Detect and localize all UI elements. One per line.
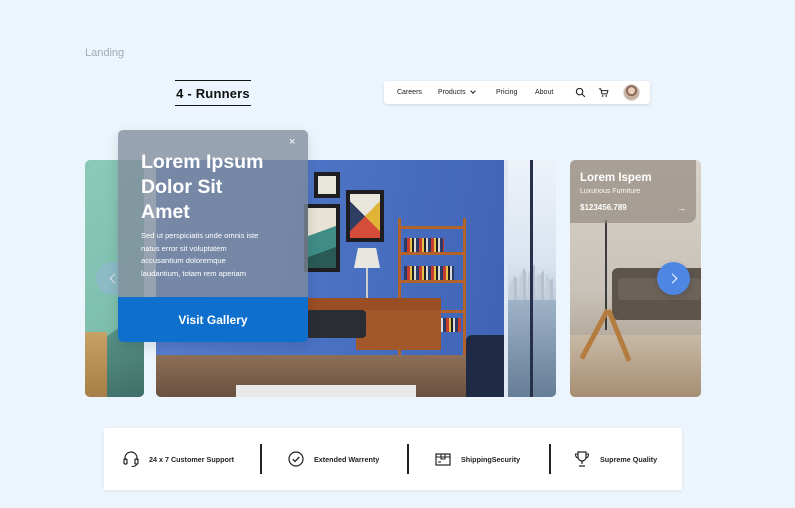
carousel-next-button[interactable] — [657, 262, 690, 295]
feature-supreme-quality: Supreme Quality — [573, 428, 657, 490]
slide-image-detail — [85, 332, 107, 397]
page-label: Landing — [85, 47, 125, 59]
hero-description: Sed ut perspiciatis unde omnis iste natu… — [141, 231, 259, 278]
table-lamp — [354, 248, 380, 268]
hero-card: × Lorem Ipsum Dolor Sit Amet Sed ut pers… — [118, 130, 308, 342]
nav-link-pricing[interactable]: Pricing — [496, 81, 517, 104]
user-avatar[interactable] — [623, 84, 640, 101]
divider — [260, 444, 262, 474]
headset-icon — [123, 451, 139, 468]
check-circle-icon — [288, 451, 304, 467]
cart-icon[interactable] — [598, 87, 609, 98]
bookshelf-board — [398, 252, 466, 255]
armchair — [466, 335, 506, 397]
close-icon[interactable]: × — [289, 137, 295, 148]
feature-shipping-security: ShippingSecurity — [434, 428, 520, 490]
feature-label: Extended Warrenty — [314, 454, 380, 464]
table-lamp-pole — [366, 268, 368, 298]
wall-art — [304, 204, 340, 272]
divider — [549, 444, 551, 474]
hero-title: Lorem Ipsum Dolor Sit Amet — [141, 151, 264, 223]
wall-art — [346, 190, 384, 242]
nav-link-careers[interactable]: Careers — [397, 81, 422, 104]
trophy-icon — [574, 451, 590, 467]
divider — [407, 444, 409, 474]
visit-gallery-button[interactable]: Visit Gallery — [118, 297, 308, 342]
brand-logo-text: 4 - Runners — [176, 85, 250, 101]
desk — [301, 298, 441, 310]
desk-drawers — [356, 310, 441, 350]
window-mullion — [530, 160, 533, 397]
books — [404, 266, 454, 280]
features-bar: 24 x 7 Customer Support Extended Warrent… — [104, 428, 682, 490]
product-card-price: $123456.789 — [580, 203, 627, 212]
feature-extended-warranty: Extended Warrenty — [287, 428, 379, 490]
product-card-subtitle: Luxurious Furniture — [580, 188, 641, 195]
chevron-right-icon — [667, 273, 677, 284]
arrow-right-icon[interactable]: → — [677, 203, 686, 213]
feature-label: Supreme Quality — [600, 454, 658, 464]
top-navigation: Careers Products Pricing About — [384, 81, 650, 104]
feature-label: 24 x 7 Customer Support — [149, 454, 235, 464]
wall-art — [314, 172, 340, 198]
nav-link-products-label: Products — [438, 89, 466, 96]
coffee-table — [236, 385, 416, 397]
feature-label: ShippingSecurity — [461, 454, 521, 464]
product-card-title: Lorem Ispem — [580, 172, 652, 184]
shipping-box-icon — [435, 453, 451, 466]
brand-logo[interactable]: 4 - Runners — [175, 80, 251, 106]
nav-link-products[interactable]: Products — [438, 81, 476, 104]
bookshelf-board — [398, 280, 466, 283]
feature-customer-support: 24 x 7 Customer Support — [122, 428, 234, 490]
books — [404, 238, 444, 252]
product-card[interactable]: Lorem Ispem Luxurious Furniture $123456.… — [570, 160, 696, 223]
office-chair — [306, 310, 366, 338]
chevron-down-icon — [469, 88, 476, 94]
search-icon[interactable] — [575, 87, 586, 98]
bookshelf-board — [398, 226, 466, 229]
nav-link-about[interactable]: About — [535, 81, 553, 104]
